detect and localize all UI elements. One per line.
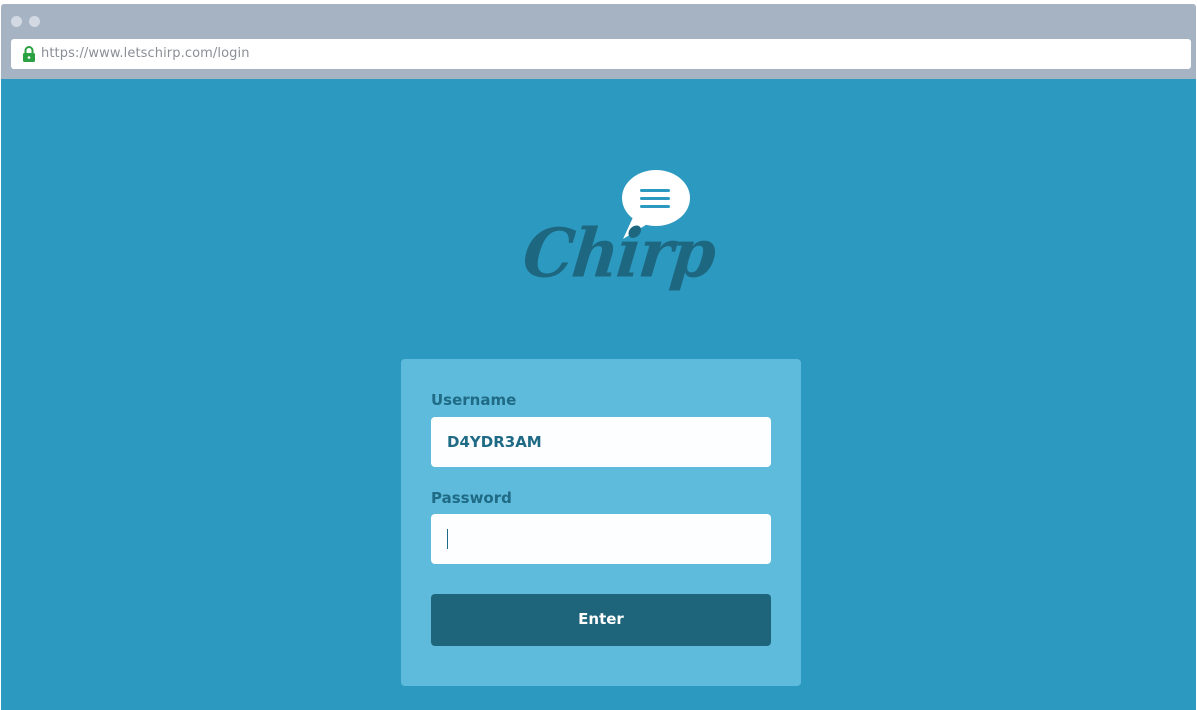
window-control-close[interactable] [11,16,22,27]
username-label: Username [431,391,517,409]
lock-icon [23,46,35,62]
logo-wordmark: Chirp [519,214,718,294]
browser-toolbar: https://www.letschirp.com/login [1,4,1196,79]
window-control-minimize[interactable] [29,16,40,27]
login-page: Chirp Username D4YDR3AM Password Enter [1,79,1196,710]
password-input[interactable] [431,514,771,564]
address-url[interactable]: https://www.letschirp.com/login [41,39,250,69]
chirp-logo: Chirp [519,167,718,317]
enter-button[interactable]: Enter [431,594,771,646]
text-cursor [447,529,448,549]
username-input[interactable]: D4YDR3AM [431,417,771,467]
address-bar[interactable]: https://www.letschirp.com/login [11,39,1191,69]
browser-window: https://www.letschirp.com/login Chirp Us… [1,4,1196,710]
password-label: Password [431,489,512,507]
login-card: Username D4YDR3AM Password Enter [401,359,801,686]
